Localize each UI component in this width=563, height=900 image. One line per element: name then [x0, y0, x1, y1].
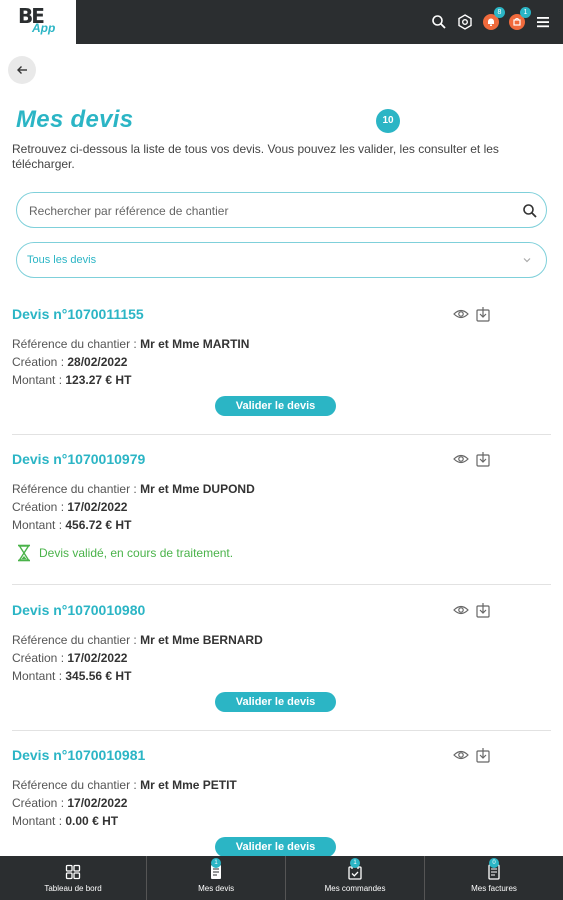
- tab-mes-factures[interactable]: 0 Mes factures: [424, 856, 563, 900]
- page-title: Mes devis: [16, 106, 134, 133]
- devis-status: Devis validé, en cours de traitement.: [16, 544, 233, 562]
- devis-filter-select[interactable]: Tous les devis: [16, 242, 547, 278]
- filter-selected-value: Tous les devis: [27, 254, 97, 266]
- search-box: [16, 192, 547, 228]
- dashboard-icon: [65, 864, 81, 879]
- valider-devis-button[interactable]: Valider le devis: [215, 837, 336, 857]
- logo-mark: BE App: [18, 5, 58, 39]
- notifications-badge: 8: [494, 7, 505, 18]
- devis-creation: Création : 28/02/2022: [12, 355, 128, 369]
- tab-badge: 1: [350, 858, 361, 868]
- search-icon[interactable]: [431, 14, 447, 30]
- divider: [12, 730, 551, 731]
- logo-app-text: App: [32, 21, 56, 35]
- devis-number[interactable]: Devis n°1070010981: [12, 747, 145, 763]
- chevron-down-icon: [523, 258, 531, 263]
- tab-label: Mes commandes: [324, 883, 386, 893]
- devis-creation: Création : 17/02/2022: [12, 651, 128, 665]
- devis-montant: Montant : 0.00 € HT: [12, 814, 119, 828]
- tab-mes-devis[interactable]: 1 Mes devis: [146, 856, 285, 900]
- eye-icon[interactable]: [453, 306, 469, 322]
- page-intro: Retrouvez ci-dessous la liste de tous vo…: [12, 142, 499, 171]
- top-bar: BE App 8 1: [0, 0, 563, 44]
- devis-montant: Montant : 456.72 € HT: [12, 518, 132, 532]
- hourglass-icon: [18, 544, 30, 562]
- devis-montant: Montant : 345.56 € HT: [12, 669, 132, 683]
- tab-mes-commandes[interactable]: 1 Mes commandes: [285, 856, 424, 900]
- divider: [12, 584, 551, 585]
- notifications-button[interactable]: 8: [483, 7, 505, 30]
- download-icon[interactable]: [475, 602, 491, 618]
- devis-creation: Création : 17/02/2022: [12, 796, 128, 810]
- tab-label: Tableau de bord: [44, 883, 102, 893]
- devis-number[interactable]: Devis n°1070010980: [12, 602, 145, 618]
- cart-button[interactable]: 1: [509, 7, 531, 30]
- back-button[interactable]: [8, 56, 36, 84]
- settings-icon[interactable]: [457, 14, 473, 30]
- cart-badge: 1: [520, 7, 531, 18]
- tab-label: Mes factures: [471, 883, 517, 893]
- valider-devis-button[interactable]: Valider le devis: [215, 692, 336, 712]
- download-icon[interactable]: [475, 747, 491, 763]
- bottom-nav: Tableau de bord 1 Mes devis 1 Mes comman…: [0, 856, 563, 900]
- eye-icon[interactable]: [453, 451, 469, 467]
- devis-creation: Création : 17/02/2022: [12, 500, 128, 514]
- download-icon[interactable]: [475, 451, 491, 467]
- search-input[interactable]: [29, 202, 509, 220]
- valider-devis-button[interactable]: Valider le devis: [215, 396, 336, 416]
- devis-number[interactable]: Devis n°1070011155: [12, 306, 144, 322]
- menu-icon[interactable]: [535, 14, 551, 30]
- tab-tableau-de-bord[interactable]: Tableau de bord: [0, 856, 146, 900]
- download-icon[interactable]: [475, 306, 491, 322]
- devis-number[interactable]: Devis n°1070010979: [12, 451, 145, 467]
- devis-reference: Référence du chantier : Mr et Mme PETIT: [12, 778, 237, 792]
- search-icon[interactable]: [522, 203, 538, 219]
- divider: [12, 434, 551, 435]
- devis-reference: Référence du chantier : Mr et Mme MARTIN: [12, 337, 250, 351]
- tab-label: Mes devis: [198, 883, 235, 893]
- devis-reference: Référence du chantier : Mr et Mme BERNAR…: [12, 633, 263, 647]
- eye-icon[interactable]: [453, 747, 469, 763]
- arrow-left-icon: [17, 66, 27, 74]
- devis-count-badge: 10: [376, 109, 400, 133]
- devis-status-text: Devis validé, en cours de traitement.: [39, 546, 234, 560]
- devis-reference: Référence du chantier : Mr et Mme DUPOND: [12, 482, 255, 496]
- devis-montant: Montant : 123.27 € HT: [12, 373, 132, 387]
- eye-icon[interactable]: [453, 602, 469, 618]
- logo[interactable]: BE App: [0, 0, 76, 44]
- tab-badge: 0: [489, 858, 500, 868]
